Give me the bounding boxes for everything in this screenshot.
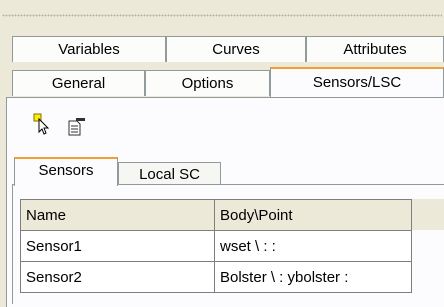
table-row[interactable]: Sensor2 Bolster \ : ybolster : [20,261,412,293]
toolbar-grip [2,14,442,17]
tab-attributes[interactable]: Attributes [306,36,444,62]
table-cell-name[interactable]: Sensor1 [20,230,215,262]
column-header-name[interactable]: Name [20,199,215,231]
tab-general[interactable]: General [12,70,145,96]
tab-options[interactable]: Options [145,70,270,96]
column-header-body-point[interactable]: Body\Point [214,199,412,231]
table-cell-body-point[interactable]: wset \ : : [214,230,412,262]
grid-empty-header-area [411,199,444,230]
tab-variables[interactable]: Variables [12,36,166,62]
select-tool-button[interactable] [30,113,54,139]
document-properties-icon [66,117,86,141]
table-cell-name[interactable]: Sensor2 [20,261,215,293]
tab-sensors-lsc[interactable]: Sensors/LSC [270,67,444,97]
pointer-select-icon [33,113,51,139]
table-cell-body-point[interactable]: Bolster \ : ybolster : [214,261,412,293]
sensors-table: Name Body\Point Sensor1 wset \ : : Senso… [20,199,412,293]
table-header-row: Name Body\Point [20,199,412,231]
tab-curves[interactable]: Curves [166,36,306,62]
tab-sensors[interactable]: Sensors [14,157,118,186]
table-row[interactable]: Sensor1 wset \ : : [20,230,412,262]
properties-button[interactable] [64,117,88,141]
